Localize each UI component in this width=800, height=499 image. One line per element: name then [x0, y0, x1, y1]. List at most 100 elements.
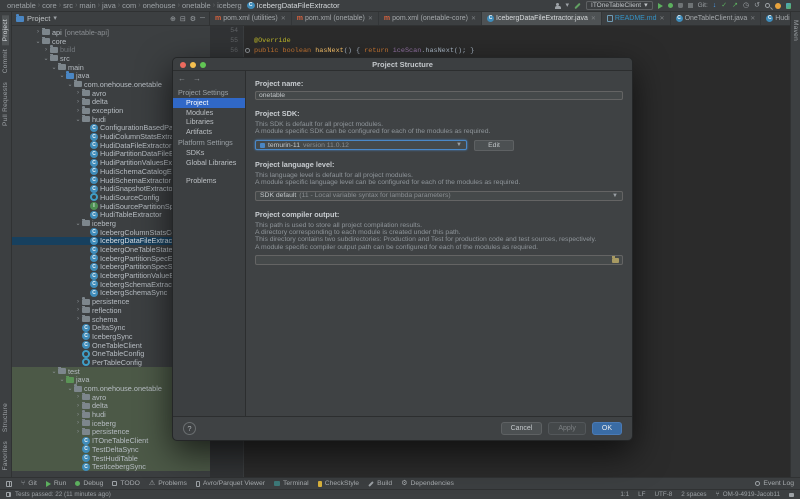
tree-collapse-icon[interactable]: ⌄: [74, 116, 82, 123]
tab-close-icon[interactable]: ✕: [750, 15, 755, 22]
event-log-button[interactable]: Event Log: [755, 480, 794, 487]
minimize-window-button[interactable]: [190, 62, 196, 68]
forward-icon[interactable]: →: [193, 74, 201, 83]
tool-window-button-todo[interactable]: TODO: [112, 480, 140, 487]
tree-expand-icon[interactable]: ›: [74, 420, 82, 426]
tool-window-button-terminal[interactable]: Terminal: [274, 480, 309, 487]
tool-window-favorites[interactable]: Favorites: [2, 437, 9, 474]
wrench-icon[interactable]: [574, 2, 580, 8]
git-branch-widget[interactable]: ⑂OM-9-4919-Jacob11: [716, 491, 781, 498]
stop-button[interactable]: [688, 3, 693, 8]
editor-tab[interactable]: mpom.xml (utilities)✕: [210, 12, 292, 25]
rollback-icon[interactable]: ↺: [754, 2, 760, 9]
tool-window-button-run[interactable]: Run: [46, 480, 66, 487]
status-message[interactable]: Tests passed: 22 (11 minutes ago): [15, 491, 111, 498]
dialog-nav-item-sdks[interactable]: SDKs: [173, 148, 245, 158]
notifications-icon[interactable]: [786, 3, 791, 9]
back-icon[interactable]: ←: [178, 74, 186, 83]
run-button[interactable]: [658, 3, 663, 9]
editor-tab[interactable]: CIcebergDataFileExtractor.java✕: [482, 12, 602, 25]
tree-expand-icon[interactable]: ›: [74, 403, 82, 409]
tree-row[interactable]: CTestHudiTable: [12, 454, 210, 463]
user-icon[interactable]: [555, 3, 561, 9]
hide-panel-icon[interactable]: ─: [200, 15, 205, 23]
tree-row[interactable]: CTestIcebergSync: [12, 462, 210, 471]
ok-button[interactable]: OK: [592, 422, 622, 435]
tool-window-button-viewer[interactable]: Avro/Parquet Viewer: [196, 480, 265, 487]
apply-button[interactable]: Apply: [548, 422, 586, 435]
tool-window-button-build[interactable]: Build: [368, 480, 392, 487]
tool-window-switcher-icon[interactable]: [6, 481, 12, 487]
tree-collapse-icon[interactable]: ⌄: [50, 368, 58, 375]
browse-folder-icon[interactable]: [612, 258, 619, 263]
tree-collapse-icon[interactable]: ⌄: [50, 64, 58, 71]
dialog-nav-item-project[interactable]: Project: [173, 98, 245, 108]
project-panel-title[interactable]: Project: [27, 14, 50, 23]
breadcrumb-item[interactable]: onetable: [182, 1, 211, 10]
status-caret-position[interactable]: 1:1: [620, 491, 629, 498]
tool-window-maven[interactable]: Maven: [792, 16, 799, 45]
breadcrumb-item[interactable]: core: [42, 1, 57, 10]
tool-window-button-debug[interactable]: Debug: [75, 480, 103, 487]
tree-collapse-icon[interactable]: ⌄: [34, 38, 42, 45]
status-indent-style[interactable]: 2 spaces: [681, 491, 706, 498]
tree-collapse-icon[interactable]: ⌄: [66, 385, 74, 392]
dialog-nav-item-artifacts[interactable]: Artifacts: [173, 127, 245, 137]
tree-expand-icon[interactable]: ›: [74, 429, 82, 435]
breadcrumb-item[interactable]: main: [79, 1, 95, 10]
locate-file-icon[interactable]: ⊕: [170, 15, 176, 23]
tree-expand-icon[interactable]: ›: [74, 412, 82, 418]
tab-close-icon[interactable]: ✕: [591, 15, 596, 22]
history-icon[interactable]: ◷: [743, 2, 749, 9]
edit-sdk-button[interactable]: Edit: [474, 140, 514, 151]
dialog-nav-item-libraries[interactable]: Libraries: [173, 117, 245, 127]
override-marker-icon[interactable]: [245, 48, 250, 53]
tree-expand-icon[interactable]: ›: [74, 316, 82, 322]
dialog-nav-item-global-libraries[interactable]: Global Libraries: [173, 158, 245, 168]
tool-window-pull-requests[interactable]: Pull Requests: [2, 78, 9, 130]
tree-collapse-icon[interactable]: ⌄: [42, 55, 50, 62]
project-view-dropdown-icon[interactable]: ▾: [53, 15, 57, 22]
sdk-select[interactable]: temurin-11 version 11.0.12 ▼: [255, 140, 467, 150]
cancel-button[interactable]: Cancel: [501, 422, 543, 435]
tree-row[interactable]: ⌄core: [12, 37, 210, 46]
editor-code[interactable]: @Overridepublic boolean hasNext() { retu…: [254, 26, 474, 56]
run-configuration-select[interactable]: ITOneTableClient ▾: [586, 1, 653, 10]
gradle-reload-icon[interactable]: [775, 3, 781, 9]
tree-row[interactable]: CTestDeltaSync: [12, 445, 210, 454]
editor-tab[interactable]: mpom.xml (onetable-core)✕: [379, 12, 482, 25]
help-button[interactable]: ?: [183, 422, 196, 435]
tool-window-button-checkstyle[interactable]: CheckStyle: [318, 480, 359, 487]
debug-button[interactable]: [668, 3, 673, 8]
git-push-icon[interactable]: ↗: [732, 2, 738, 9]
tree-expand-icon[interactable]: ›: [74, 394, 82, 400]
tab-close-icon[interactable]: ✕: [281, 15, 286, 22]
tree-expand-icon[interactable]: ›: [74, 108, 82, 114]
breadcrumb-item[interactable]: src: [63, 1, 73, 10]
tool-window-structure[interactable]: Structure: [2, 399, 9, 436]
git-commit-icon[interactable]: ✓: [721, 2, 727, 9]
status-grid-icon[interactable]: [6, 492, 11, 497]
lock-icon[interactable]: [789, 493, 794, 497]
dialog-nav-item-problems[interactable]: Problems: [173, 176, 245, 186]
tree-collapse-icon[interactable]: ⌄: [66, 81, 74, 88]
tab-close-icon[interactable]: ✕: [660, 15, 665, 22]
tab-close-icon[interactable]: ✕: [368, 15, 373, 22]
compiler-output-input[interactable]: [255, 255, 623, 265]
tree-expand-icon[interactable]: ›: [34, 29, 42, 35]
user-dropdown-icon[interactable]: ▾: [566, 2, 570, 9]
close-window-button[interactable]: [180, 62, 186, 68]
dialog-title-bar[interactable]: Project Structure: [173, 58, 632, 71]
tree-expand-icon[interactable]: ›: [74, 299, 82, 305]
git-update-icon[interactable]: ↓: [713, 2, 717, 9]
breadcrumb-item[interactable]: onehouse: [143, 1, 176, 10]
collapse-all-icon[interactable]: ⊟: [180, 15, 186, 23]
zoom-window-button[interactable]: [200, 62, 206, 68]
tab-close-icon[interactable]: ✕: [471, 15, 476, 22]
search-everywhere-icon[interactable]: [765, 3, 770, 8]
language-level-select[interactable]: SDK default (11 - Local variable syntax …: [255, 191, 623, 201]
editor-tab[interactable]: COneTableClient.java✕: [671, 12, 762, 25]
tool-window-button-deps[interactable]: ⚙Dependencies: [401, 480, 454, 487]
editor-tab[interactable]: mpom.xml (onetable)✕: [292, 12, 379, 25]
coverage-button[interactable]: [678, 3, 683, 8]
